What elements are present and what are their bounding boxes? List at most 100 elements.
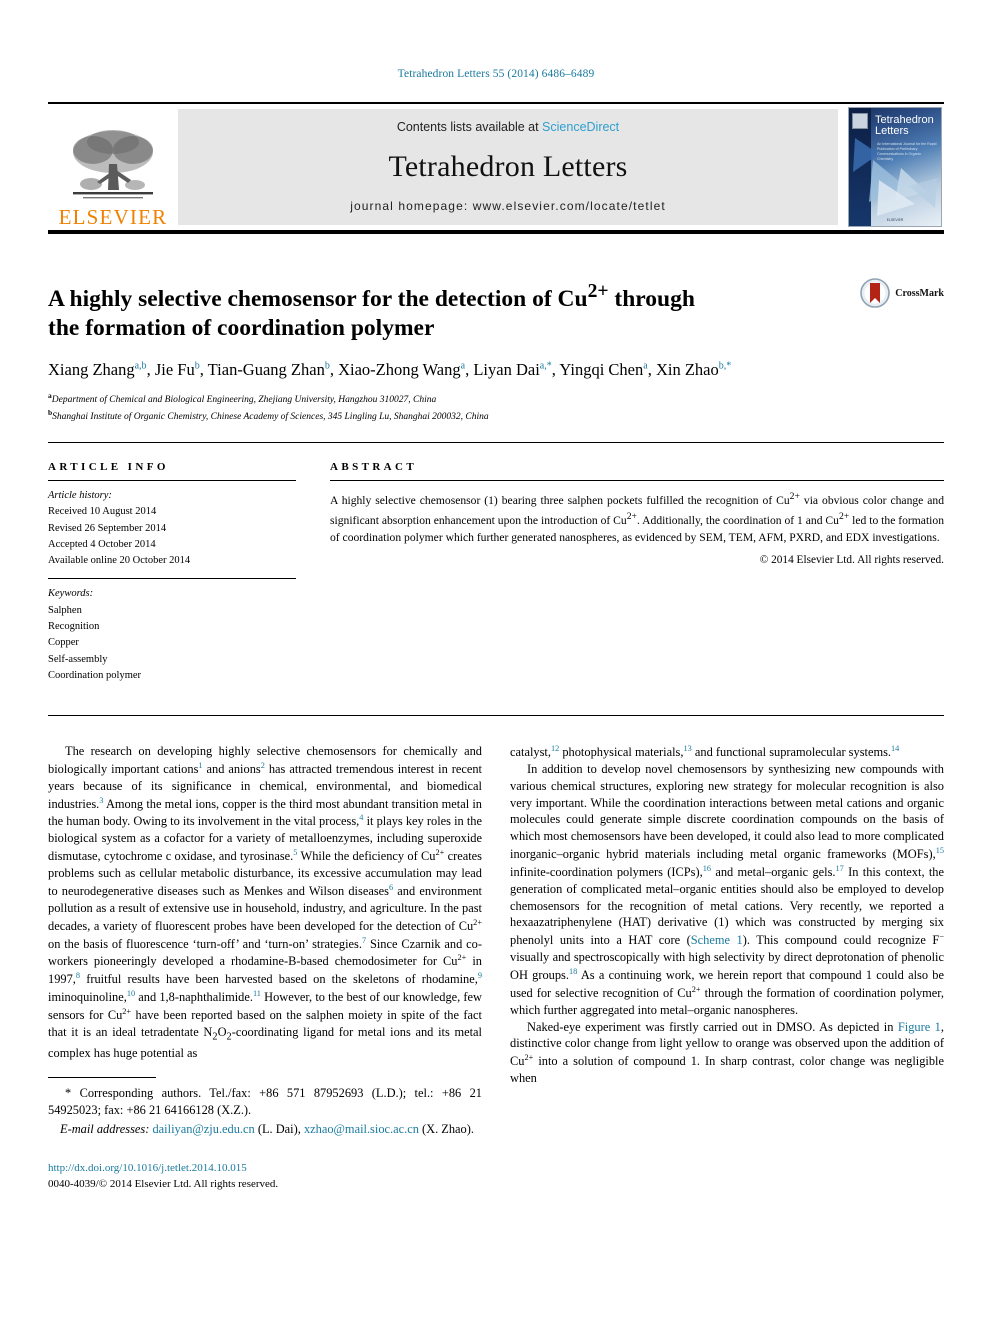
keyword-item: Copper [48,637,79,649]
running-head: Tetrahedron Letters 55 (2014) 6486–6489 [397,68,595,80]
author-item: Xiao-Zhong Wanga [338,360,465,379]
keyword-item: Salphen [48,604,82,616]
charge-superscript: 2+ [122,1007,132,1017]
crossmark-label: CrossMark [895,287,944,299]
keyword-item: Coordination polymer [48,669,142,681]
text-seg: catalyst, [510,745,551,760]
article-history-label: Article history: [48,490,112,502]
info-abstract-section: ARTICLE INFO Article history: Received 1… [48,442,944,693]
figure-1-link[interactable]: Figure 1 [898,1020,941,1034]
affiliation-text: Shanghai Institute of Organic Chemistry,… [52,412,489,423]
text-seg: and metal–organic gels. [711,864,836,879]
text-seg: photophysical materials, [559,745,684,760]
article-history-item: Accepted 4 October 2014 [48,538,156,550]
text-seg: iminoquinoline, [48,990,127,1005]
article-title: A highly selective chemosensor for the d… [48,280,808,343]
charge-superscript: − [939,932,944,942]
body-paragraph: Naked-eye experiment was firstly carried… [510,1019,944,1087]
author-separator: , [146,360,155,380]
text-seg: O [217,1025,227,1040]
footnote-rule [48,1077,156,1079]
journal-cover-thumbnail: Tetrahedron Letters An International Jou… [838,104,944,230]
author-name: Xiang Zhang [48,360,135,380]
body-separator-rule [48,715,944,717]
abstract-seg: A highly selective chemosensor (1) beari… [330,493,790,507]
reference-marker[interactable]: 15 [936,846,944,855]
article-title-line1-a: A highly selective chemosensor for the d… [48,285,588,312]
author-item: Jie Fub [155,360,200,379]
author-name: Xin Zhao [655,360,719,380]
journal-title: Tetrahedron Letters [388,149,628,183]
author-name: Jie Fu [154,360,195,380]
doi-link[interactable]: http://dx.doi.org/10.1016/j.tetlet.2014.… [48,1161,482,1177]
text-seg: into a solution of compound 1. In sharp … [510,1054,944,1086]
affiliation-list: aDepartment of Chemical and Biological E… [48,390,944,424]
author-name: Xiao-Zhong Wang [338,360,461,380]
author-separator: , [199,360,208,380]
elsevier-wordmark: ELSEVIER [58,205,168,229]
article-info-heading: ARTICLE INFO [48,461,169,474]
reference-marker[interactable]: 10 [127,989,135,998]
charge-superscript: 2+ [691,984,701,994]
article-history-item: Available online 20 October 2014 [48,555,191,567]
elsevier-logo: ELSEVIER [48,104,178,230]
reference-marker[interactable]: 13 [683,744,691,753]
abstract-heading: ABSTRACT [330,461,418,474]
crossmark-icon [860,278,891,308]
abstract-superscript: 2+ [838,510,850,522]
reference-marker[interactable]: 11 [253,989,261,998]
author-item: Liyan Daia,* [473,360,551,379]
scheme-1-link[interactable]: Scheme 1 [691,933,743,947]
text-seg: and functional supramolecular systems. [691,745,892,760]
email-link-2[interactable]: xzhao@mail.sioc.ac.cn [304,1122,419,1136]
author-name: Tian-Guang Zhan [207,360,325,380]
article-first-page: Tetrahedron Letters 55 (2014) 6486–6489 [0,0,992,1323]
journal-masthead: ELSEVIER Contents lists available at Sci… [48,102,944,234]
body-column-right: catalyst,12 photophysical materials,13 a… [510,743,944,1193]
email-footnote: E-mail addresses: dailiyan@zju.edu.cn (L… [48,1121,482,1138]
abstract-copyright: © 2014 Elsevier Ltd. All rights reserved… [759,553,944,566]
author-affiliation-mark: a,b [134,360,147,372]
text-seg: and 1,8-naphthalimide. [135,990,253,1005]
author-name: Liyan Dai [473,360,540,380]
body-columns: The research on developing highly select… [48,743,944,1193]
corresponding-author-footnote: * Corresponding authors. Tel./fax: +86 5… [48,1086,482,1118]
body-paragraph: The research on developing highly select… [48,743,482,1061]
reference-marker[interactable]: 12 [551,744,559,753]
author-item: Tian-Guang Zhanb [208,360,330,379]
contents-lists-prefix: Contents lists available at [396,120,543,134]
article-history-item: Received 10 August 2014 [48,506,157,518]
author-affiliation-mark: a,* [539,360,552,372]
email-link-1[interactable]: dailiyan@zju.edu.cn [152,1122,254,1136]
reference-marker[interactable]: 14 [891,744,899,753]
cover-badge-icon [852,113,868,129]
article-title-line1-b: through [608,285,695,312]
text-seg: ). This compound could recognize F [742,933,940,948]
body-column-left: The research on developing highly select… [48,743,482,1193]
journal-homepage-link[interactable]: journal homepage: www.elsevier.com/locat… [350,199,666,213]
abstract-column: ABSTRACT A highly selective chemosensor … [330,461,944,693]
email-label: E-mail addresses: [60,1122,150,1136]
crossmark-badge[interactable]: CrossMark [860,278,944,308]
abstract-superscript: 2+ [789,491,800,503]
article-history-item: Revised 26 September 2014 [48,522,167,534]
author-separator: , [329,360,339,380]
footnote-area: * Corresponding authors. Tel./fax: +86 5… [48,1077,482,1137]
article-title-line2: the formation of coordination polymer [48,314,435,341]
affiliation-item: aDepartment of Chemical and Biological E… [48,390,944,407]
email-owner-1: (L. Dai), [254,1122,304,1136]
text-seg: and anions [202,761,261,776]
reference-marker[interactable]: 9 [478,971,482,980]
author-item: Xiang Zhanga,b [48,360,147,379]
text-seg: infinite-coordination polymers (ICPs), [510,864,703,879]
keywords-label: Keywords: [48,588,94,600]
cover-image: Tetrahedron Letters An International Jou… [848,107,942,227]
affiliation-item: bShanghai Institute of Organic Chemistry… [48,407,944,424]
reference-marker[interactable]: 17 [836,864,844,873]
reference-marker[interactable]: 16 [703,864,711,873]
text-seg: fruitful results have been harvested bas… [80,972,478,987]
sciencedirect-link[interactable]: ScienceDirect [542,120,619,134]
title-block: A highly selective chemosensor for the d… [48,278,944,424]
article-info-column: ARTICLE INFO Article history: Received 1… [48,461,296,693]
author-separator: , [647,360,656,380]
